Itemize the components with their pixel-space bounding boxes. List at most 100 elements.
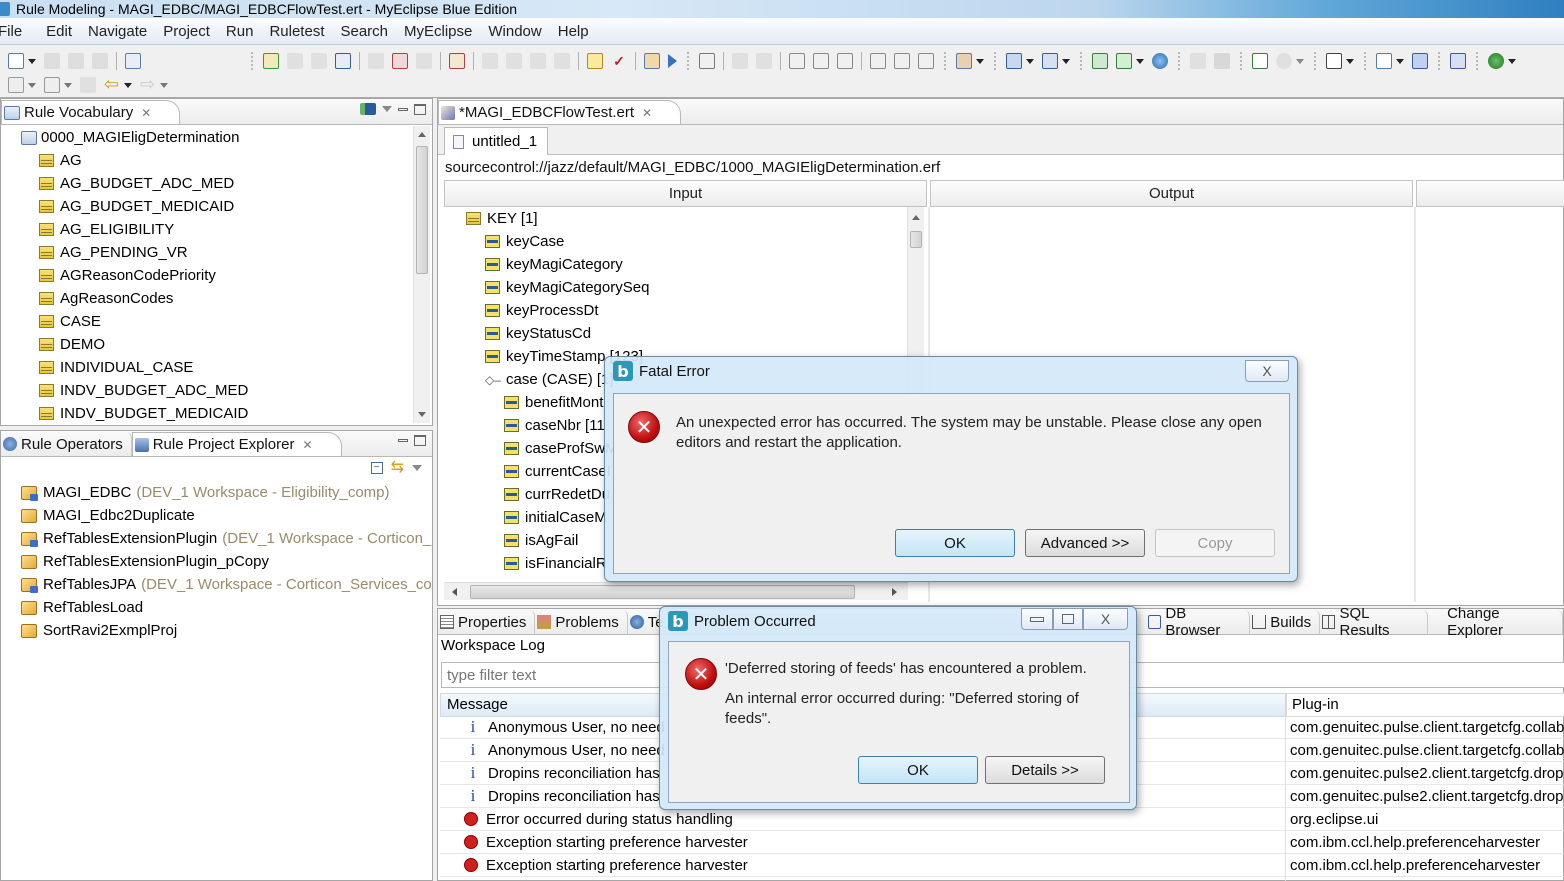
scroll-up-icon[interactable] xyxy=(418,132,426,137)
vocabulary-entity[interactable]: INDIVIDUAL_CASE xyxy=(39,356,193,379)
close-dialog-button[interactable]: X xyxy=(1083,608,1128,630)
tab-change-explorer[interactable]: Change Explorer xyxy=(1428,605,1563,639)
input-tree-node[interactable]: initialCaseM xyxy=(504,506,607,529)
deploy-icon[interactable] xyxy=(1092,53,1108,69)
new-dropdown-icon[interactable] xyxy=(28,58,36,64)
input-tree-node[interactable]: caseProfSwM xyxy=(504,437,618,460)
log-row[interactable]: Error occurred during status handling org… xyxy=(440,808,1564,831)
view-menu-icon[interactable] xyxy=(382,106,392,112)
maximize-icon[interactable] xyxy=(414,103,426,115)
minimize-icon[interactable] xyxy=(398,439,408,442)
new-ruleflow-icon[interactable] xyxy=(956,53,972,69)
collapse-all-icon[interactable]: − xyxy=(370,462,383,474)
step-forward-icon[interactable] xyxy=(506,53,522,69)
new-icon[interactable] xyxy=(8,53,24,69)
vocabulary-entity[interactable]: AGReasonCodePriority xyxy=(39,264,216,287)
scroll-thumb[interactable] xyxy=(470,585,855,599)
insert-column-3-icon[interactable] xyxy=(837,53,853,69)
input-column-header[interactable]: Input xyxy=(444,180,927,207)
project-item[interactable]: RefTablesExtensionPlugin (DEV_1 Workspace… xyxy=(21,527,432,550)
copy-icon[interactable] xyxy=(368,53,384,69)
input-tree-node[interactable]: caseNbr [11 xyxy=(504,414,605,437)
print-icon[interactable] xyxy=(92,53,108,69)
tab-rule-project-explorer[interactable]: Rule Project Explorer ✕ xyxy=(131,432,342,456)
vocabulary-entity[interactable]: INDV_BUDGET_ADC_MED xyxy=(39,379,248,402)
menu-project[interactable]: Project xyxy=(163,23,218,40)
minimize-icon[interactable] xyxy=(398,107,408,111)
expected-column-header[interactable] xyxy=(1416,180,1564,207)
vocabulary-scrollbar[interactable] xyxy=(413,126,430,423)
wizard-icon[interactable] xyxy=(1006,53,1022,69)
clipboard-icon[interactable] xyxy=(416,53,432,69)
tab-ruletest-editor[interactable]: *MAGI_EDBCFlowTest.ert ✕ xyxy=(438,100,682,124)
menu-search[interactable]: Search xyxy=(340,23,396,40)
input-tree-hscrollbar[interactable] xyxy=(444,582,908,600)
camera-icon[interactable] xyxy=(1326,53,1342,69)
tab-sql-results[interactable]: SQL Results xyxy=(1320,605,1428,639)
forward-icon[interactable]: ⇨ xyxy=(140,75,156,93)
step-back-icon[interactable] xyxy=(482,53,498,69)
input-tree-node[interactable]: benefitMont xyxy=(504,391,603,414)
input-tree-node[interactable]: currentCaseI xyxy=(504,460,611,483)
close-tab-icon[interactable]: ✕ xyxy=(302,438,312,452)
back-icon[interactable]: ⇦ xyxy=(104,75,120,93)
grid-icon[interactable] xyxy=(699,53,715,69)
minimize-dialog-button[interactable] xyxy=(1021,608,1053,630)
move-down-icon[interactable] xyxy=(756,53,772,69)
plugin-column-header[interactable]: Plug-in xyxy=(1286,693,1564,717)
scroll-up-icon[interactable] xyxy=(912,215,920,220)
vocabulary-entity[interactable]: AgReasonCodes xyxy=(39,287,173,310)
menu-file[interactable]: File xyxy=(0,23,30,40)
add-ruletest-icon[interactable] xyxy=(263,53,279,69)
plugin-icon[interactable] xyxy=(1190,53,1206,69)
tab-rule-vocabulary[interactable]: Rule Vocabulary ✕ xyxy=(1,100,181,124)
maximize-icon[interactable] xyxy=(414,435,426,446)
menu-edit[interactable]: Edit xyxy=(46,23,80,40)
scroll-right-icon[interactable] xyxy=(892,588,897,596)
input-tree-node[interactable]: KEY [1] xyxy=(466,207,538,230)
insert-row-icon[interactable] xyxy=(870,53,886,69)
close-tab-icon[interactable]: ✕ xyxy=(141,106,151,120)
run-server-icon[interactable] xyxy=(1488,53,1504,69)
input-tree-node[interactable]: currRedetDu xyxy=(504,483,610,506)
project-item[interactable]: MAGI_Edbc2Duplicate xyxy=(21,504,200,527)
log-row[interactable]: Exception starting preference harvester c… xyxy=(440,854,1564,877)
input-tree-node[interactable]: keyMagiCategory xyxy=(485,253,623,276)
project-item[interactable]: MAGI_EDBC (DEV_1 Workspace - Eligibility_… xyxy=(21,481,390,504)
menu-help[interactable]: Help xyxy=(558,23,597,40)
insert-row-3-icon[interactable] xyxy=(918,53,934,69)
test-icon[interactable] xyxy=(449,53,465,69)
insert-row-2-icon[interactable] xyxy=(894,53,910,69)
gear-window-icon[interactable] xyxy=(644,53,660,69)
input-tree-node[interactable]: keyCase xyxy=(485,230,564,253)
disable-icon[interactable] xyxy=(311,53,327,69)
ok-button[interactable]: OK xyxy=(858,756,978,784)
project-item[interactable]: RefTablesJPA (DEV_1 Workspace - Corticon_… xyxy=(21,573,432,596)
dropdown-icon[interactable] xyxy=(976,58,984,64)
console-icon[interactable] xyxy=(1450,53,1466,69)
dropdown-icon[interactable] xyxy=(1026,58,1034,64)
save-all-icon[interactable] xyxy=(68,53,84,69)
project-item[interactable]: RefTablesExtensionPlugin_pCopy xyxy=(21,550,274,573)
globe-icon[interactable] xyxy=(1152,53,1168,69)
dropdown-icon[interactable] xyxy=(1136,58,1144,64)
report-icon[interactable] xyxy=(1252,53,1268,69)
dropdown-icon[interactable] xyxy=(1508,58,1516,64)
vocabulary-entity[interactable]: AG_ELIGIBILITY xyxy=(39,218,174,241)
server-run-icon[interactable] xyxy=(1116,53,1132,69)
dropdown-icon[interactable] xyxy=(1346,58,1354,64)
save-icon[interactable] xyxy=(44,53,60,69)
plugin-2-icon[interactable] xyxy=(1214,53,1230,69)
move-up-icon[interactable] xyxy=(732,53,748,69)
dropdown-icon[interactable] xyxy=(1062,58,1070,64)
vocabulary-entity[interactable]: AG xyxy=(39,149,82,172)
menu-run[interactable]: Run xyxy=(226,23,262,40)
menu-ruletest[interactable]: Ruletest xyxy=(269,23,332,40)
dropdown-icon[interactable] xyxy=(28,82,36,88)
project-item[interactable]: RefTablesLoad xyxy=(21,596,148,619)
vocabulary-entity[interactable]: AG_PENDING_VR xyxy=(39,241,188,264)
menu-myeclipse[interactable]: MyEclipse xyxy=(404,23,480,40)
vocabulary-entity[interactable]: AG_BUDGET_ADC_MED xyxy=(39,172,234,195)
last-edit-icon[interactable] xyxy=(80,77,96,93)
log-row[interactable]: Exception starting preference harvester c… xyxy=(440,831,1564,854)
